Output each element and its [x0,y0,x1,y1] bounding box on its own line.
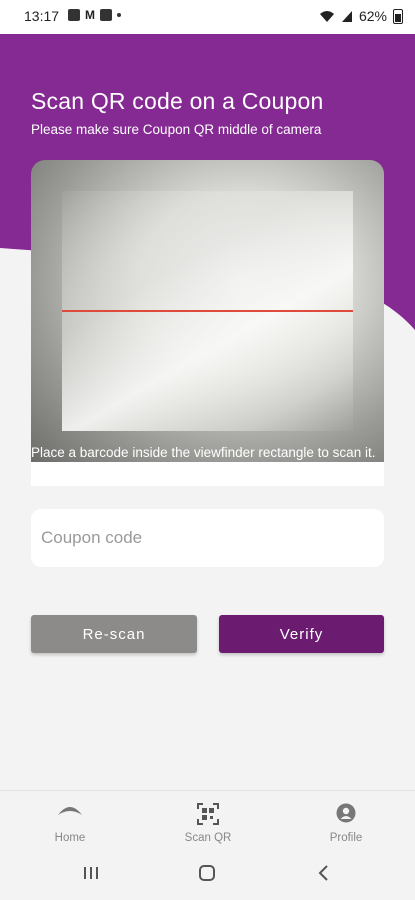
app-badge-icon [100,9,112,21]
status-time: 13:17 [24,8,60,24]
signal-icon [341,10,352,22]
coupon-code-field[interactable] [31,509,384,567]
notification-dot [117,13,121,17]
wifi-icon [319,10,334,22]
back-icon[interactable] [315,864,333,882]
rescan-button[interactable]: Re-scan [31,615,197,653]
m-icon: M [85,8,95,22]
profile-icon [336,803,356,823]
home-button-icon[interactable] [198,864,216,882]
nav-label-profile: Profile [329,832,363,844]
system-navigation-bar [0,850,415,900]
recent-apps-icon[interactable] [82,864,100,882]
home-icon [58,807,82,815]
nav-label-scan-qr: Scan QR [184,832,232,844]
battery-icon [393,8,403,24]
qr-scan-icon [197,803,219,825]
coupon-code-input[interactable] [31,509,384,567]
camera-footer [31,462,384,486]
verify-button[interactable]: Verify [219,615,384,653]
status-bar: 13:17 M 62% [0,0,415,34]
gallery-icon [68,9,80,21]
status-system-icons: 62% [319,8,403,24]
nav-item-scan-qr[interactable]: Scan QR [158,791,258,851]
scan-laser-line [62,310,353,312]
nav-label-home: Home [54,832,86,844]
battery-percent: 62% [358,8,387,24]
camera-preview[interactable]: Place a barcode inside the viewfinder re… [31,160,384,462]
bottom-navigation: Home Scan QR Profile [0,790,415,851]
nav-item-home[interactable]: Home [20,791,120,851]
page-title: Scan QR code on a Coupon [31,88,324,114]
page-subtitle: Please make sure Coupon QR middle of cam… [31,122,322,137]
viewfinder-hint: Place a barcode inside the viewfinder re… [31,445,376,460]
nav-item-profile[interactable]: Profile [296,791,396,851]
status-notification-icons: M [68,9,121,21]
